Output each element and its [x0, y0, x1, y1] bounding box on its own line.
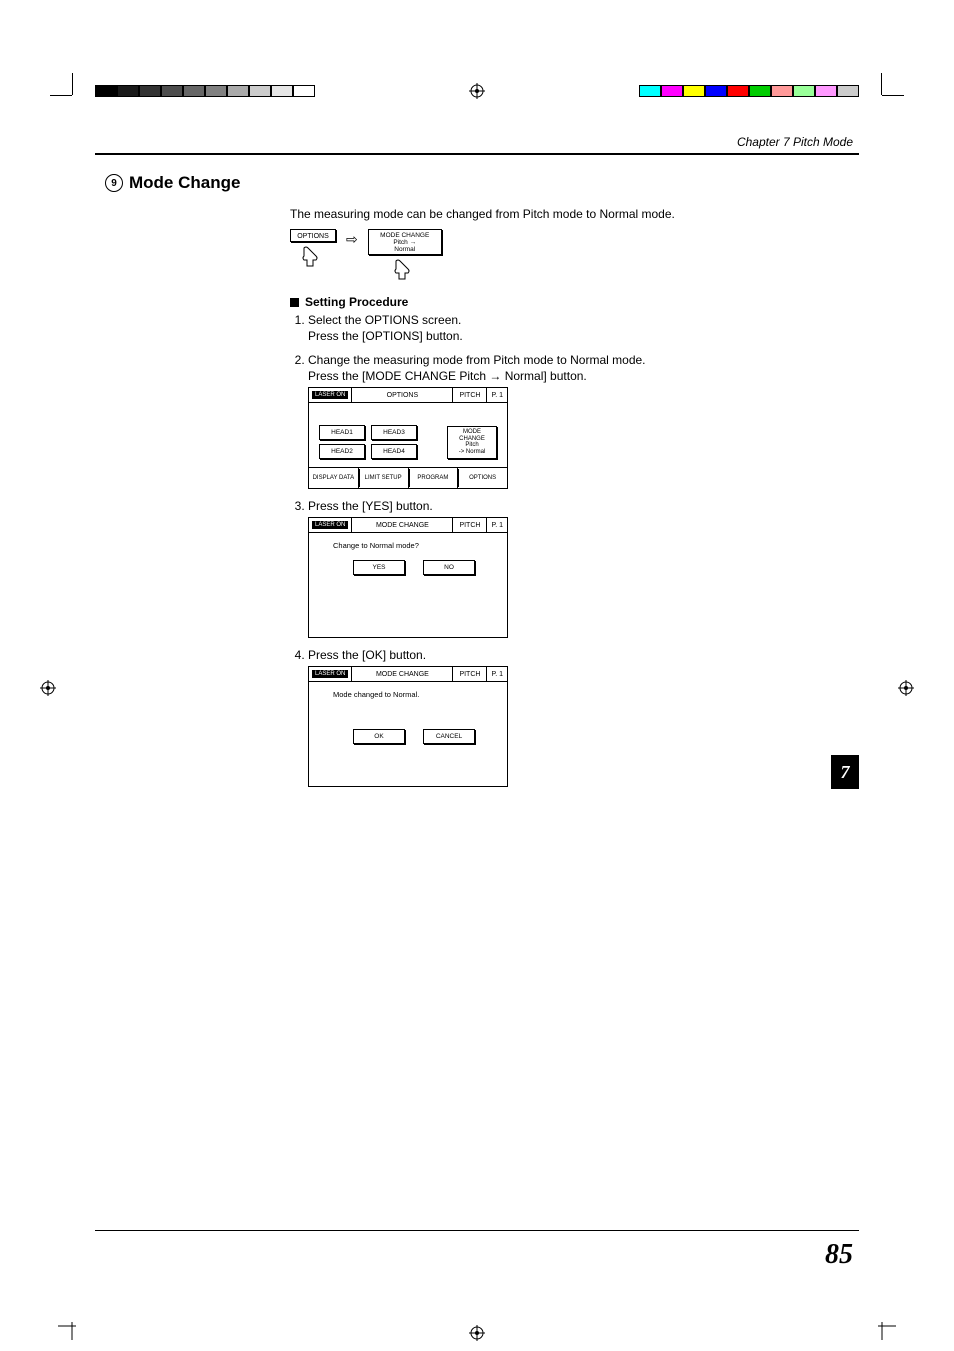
screen-mode: PITCH	[453, 518, 487, 532]
intro-text: The measuring mode can be changed from P…	[290, 207, 859, 221]
tab-options[interactable]: OPTIONS	[458, 468, 507, 488]
section-title-text: Mode Change	[129, 173, 240, 193]
steps-list: Select the OPTIONS screen. Press the [OP…	[290, 313, 859, 787]
options-screen: LASER ON OPTIONS PITCH P. 1 HEAD1 HEAD2 …	[308, 387, 508, 489]
step-2-sub: Press the [MODE CHANGE Pitch → Normal] b…	[308, 369, 859, 383]
flow-modechange-button: MODE CHANGE Pitch → Normal	[368, 229, 442, 255]
crop-mark-tl	[58, 87, 88, 117]
flow-diagram: OPTIONS ⇨ MODE CHANGE Pitch → Normal	[290, 229, 859, 281]
square-bullet-icon	[290, 298, 299, 307]
step-3-lead: Press the [YES] button.	[308, 499, 433, 513]
ok-button[interactable]: OK	[353, 729, 405, 744]
laser-on-indicator: LASER ON	[311, 669, 349, 679]
no-button[interactable]: NO	[423, 560, 475, 575]
section-heading: 9 Mode Change	[105, 173, 859, 193]
section-number-icon: 9	[105, 174, 123, 192]
cancel-button[interactable]: CANCEL	[423, 729, 475, 744]
hand-pointer-icon	[390, 259, 420, 281]
yes-button[interactable]: YES	[353, 560, 405, 575]
crop-mark-br	[868, 1312, 896, 1345]
laser-on-indicator: LASER ON	[311, 520, 349, 530]
head3-button[interactable]: HEAD3	[371, 425, 417, 440]
color-swatches	[639, 85, 859, 97]
mode-change-button[interactable]: MODE CHANGE Pitch -> Normal	[447, 426, 497, 458]
screen-title: OPTIONS	[351, 388, 453, 402]
tab-program[interactable]: PROGRAM	[409, 468, 459, 488]
step-2-lead: Change the measuring mode from Pitch mod…	[308, 353, 646, 367]
screen-page: P. 1	[487, 518, 507, 532]
step-4-lead: Press the [OK] button.	[308, 648, 426, 662]
head4-button[interactable]: HEAD4	[371, 444, 417, 459]
flow-options-button: OPTIONS	[290, 229, 336, 242]
crop-mark-tr	[866, 87, 896, 117]
registration-mark-right	[898, 680, 914, 699]
tab-limit-setup[interactable]: LIMIT SETUP	[359, 468, 409, 488]
procedure-heading: Setting Procedure	[290, 295, 859, 309]
arrow-right-icon: ⇨	[346, 231, 358, 248]
page-content: Chapter 7 Pitch Mode 9 Mode Change The m…	[95, 135, 859, 1281]
confirm-screen: LASER ON MODE CHANGE PITCH P. 1 Change t…	[308, 517, 508, 638]
done-message: Mode changed to Normal.	[317, 688, 499, 709]
flow-mc-line2: Pitch →	[370, 239, 440, 246]
screen-mode: PITCH	[453, 667, 487, 681]
running-header: Chapter 7 Pitch Mode	[95, 135, 859, 149]
screen-title: MODE CHANGE	[351, 518, 453, 532]
tab-display-data[interactable]: DISPLAY DATA	[309, 468, 359, 488]
registration-mark-bottom	[469, 1325, 485, 1341]
step-1-sub: Press the [OPTIONS] button.	[308, 329, 859, 343]
crop-mark-bl	[58, 1312, 86, 1345]
step-4: Press the [OK] button. LASER ON MODE CHA…	[308, 648, 859, 787]
confirm-message: Change to Normal mode?	[317, 539, 499, 560]
screen-mode: PITCH	[453, 388, 487, 402]
step-3: Press the [YES] button. LASER ON MODE CH…	[308, 499, 859, 638]
registration-mark-left	[40, 680, 56, 699]
laser-on-indicator: LASER ON	[311, 390, 349, 400]
hand-pointer-icon	[298, 246, 328, 268]
chapter-side-tab: 7	[831, 755, 859, 789]
grayscale-swatches	[95, 85, 315, 97]
screen-page: P. 1	[487, 667, 507, 681]
screen-page: P. 1	[487, 388, 507, 402]
step-2: Change the measuring mode from Pitch mod…	[308, 353, 859, 489]
head1-button[interactable]: HEAD1	[319, 425, 365, 440]
step-1-lead: Select the OPTIONS screen.	[308, 313, 461, 327]
header-rule	[95, 153, 859, 155]
flow-mc-line3: Normal	[370, 246, 440, 253]
printer-marks-bottom	[0, 1311, 954, 1351]
screen-title: MODE CHANGE	[351, 667, 453, 681]
step-1: Select the OPTIONS screen. Press the [OP…	[308, 313, 859, 343]
procedure-heading-text: Setting Procedure	[305, 295, 408, 309]
flow-mc-line1: MODE CHANGE	[370, 232, 440, 239]
printer-marks-top	[0, 85, 954, 125]
footer-rule	[95, 1230, 859, 1231]
registration-mark-top	[469, 83, 485, 99]
page-number: 85	[825, 1239, 853, 1271]
done-screen: LASER ON MODE CHANGE PITCH P. 1 Mode cha…	[308, 666, 508, 787]
head2-button[interactable]: HEAD2	[319, 444, 365, 459]
